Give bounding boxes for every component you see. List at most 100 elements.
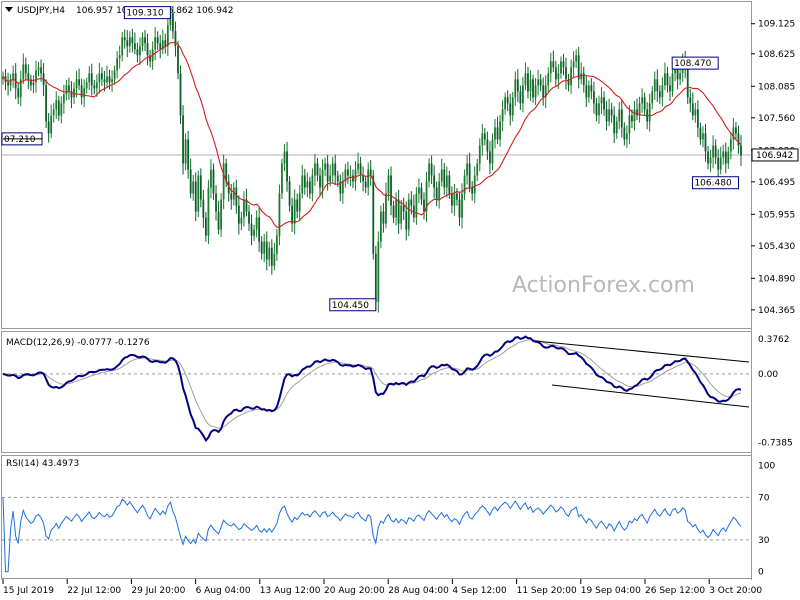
candle-body	[707, 151, 709, 164]
candle-body	[131, 37, 134, 44]
candle-body	[552, 61, 555, 68]
candle-body	[489, 151, 491, 164]
candle-body	[702, 133, 704, 140]
candle-body	[128, 37, 131, 47]
candle-body	[740, 145, 742, 156]
candle-body	[326, 163, 329, 182]
price-callout-label: 106.480	[694, 179, 731, 189]
candle-body	[93, 85, 96, 89]
rsi-tick-label: 100	[758, 461, 775, 471]
candle-body	[549, 61, 552, 74]
candle-body	[453, 193, 456, 206]
x-tick-label: 29 Jul 20:00	[131, 586, 185, 596]
candle-body	[737, 133, 740, 146]
candle-body	[194, 181, 197, 212]
candle-body	[334, 163, 337, 176]
candle-body	[468, 163, 471, 188]
candle-body	[40, 67, 42, 74]
candle-body	[55, 100, 58, 110]
candle-body	[255, 217, 258, 230]
candle-body	[605, 109, 608, 122]
candle-body	[598, 103, 600, 116]
candle-body	[141, 37, 144, 47]
candle-body	[664, 73, 666, 86]
candle-body	[311, 175, 314, 194]
candle-body	[288, 181, 291, 206]
candle-body	[600, 97, 603, 104]
candle-body	[24, 64, 27, 74]
candle-body	[116, 58, 119, 71]
candle-body	[133, 43, 136, 50]
candle-body	[364, 181, 367, 188]
candle-body	[296, 199, 299, 212]
candle-body	[385, 193, 387, 224]
candle-body	[615, 121, 618, 134]
candle-body	[610, 109, 613, 116]
candle-body	[618, 109, 621, 122]
candle-body	[519, 91, 522, 104]
candle-body	[527, 73, 529, 92]
candle-body	[641, 97, 643, 104]
x-tick-label: 28 Aug 04:00	[388, 586, 449, 596]
candle-body	[456, 193, 458, 200]
candle-body	[27, 73, 30, 80]
candle-body	[669, 85, 671, 92]
candle-body	[631, 115, 633, 122]
candle-body	[448, 175, 451, 194]
candle-body	[420, 187, 423, 200]
symbol-label: USDJPY,H4	[17, 6, 65, 16]
x-tick-label: 26 Sep 12:00	[645, 586, 705, 596]
candle-body	[415, 193, 418, 218]
candle-body	[154, 37, 157, 50]
candle-body	[539, 79, 542, 86]
candle-body	[103, 79, 106, 83]
candle-body	[354, 169, 357, 182]
candle-body	[17, 88, 20, 98]
candle-body	[212, 169, 215, 194]
candle-body	[341, 181, 344, 194]
candle-body	[658, 91, 661, 98]
candle-body	[83, 88, 86, 98]
candle-body	[47, 121, 50, 134]
candle-body	[159, 43, 162, 50]
candle-body	[461, 193, 463, 218]
candle-body	[481, 133, 484, 146]
current-price-label: 106.942	[756, 151, 793, 161]
candle-body	[283, 151, 286, 164]
candle-body	[638, 103, 641, 116]
candle-body	[557, 73, 560, 80]
candle-body	[418, 187, 420, 194]
price-callout-label: 109.310	[126, 9, 163, 19]
candle-body	[628, 115, 631, 134]
candle-body	[666, 73, 669, 86]
candle-body	[278, 193, 281, 236]
candle-body	[656, 79, 659, 92]
candle-body	[230, 193, 233, 200]
candle-body	[400, 205, 403, 224]
candle-body	[587, 85, 590, 98]
macd-tick-label: -0.7385	[758, 438, 793, 448]
candle-body	[182, 115, 184, 164]
price-tick-label: 104.890	[758, 274, 795, 284]
candle-body	[542, 85, 545, 98]
candle-body	[357, 163, 359, 170]
candle-body	[689, 97, 692, 104]
candle-body	[719, 157, 722, 170]
price-callout-label: 07.210	[4, 135, 36, 145]
candle-body	[367, 169, 370, 188]
candle-body	[248, 211, 250, 224]
candle-body	[237, 205, 240, 224]
candle-body	[694, 109, 697, 116]
x-tick-label: 19 Sep 04:00	[581, 586, 641, 596]
candle-body	[184, 139, 187, 164]
candle-body	[679, 73, 682, 80]
macd-tick-label: 0.00	[758, 370, 778, 380]
candle-body	[179, 73, 182, 116]
candle-body	[466, 163, 469, 176]
candle-body	[374, 253, 377, 302]
rsi-tick-label: 70	[758, 493, 770, 503]
candle-body	[240, 217, 243, 224]
candle-body	[534, 85, 537, 98]
candle-body	[514, 79, 517, 98]
candle-body	[440, 169, 443, 182]
